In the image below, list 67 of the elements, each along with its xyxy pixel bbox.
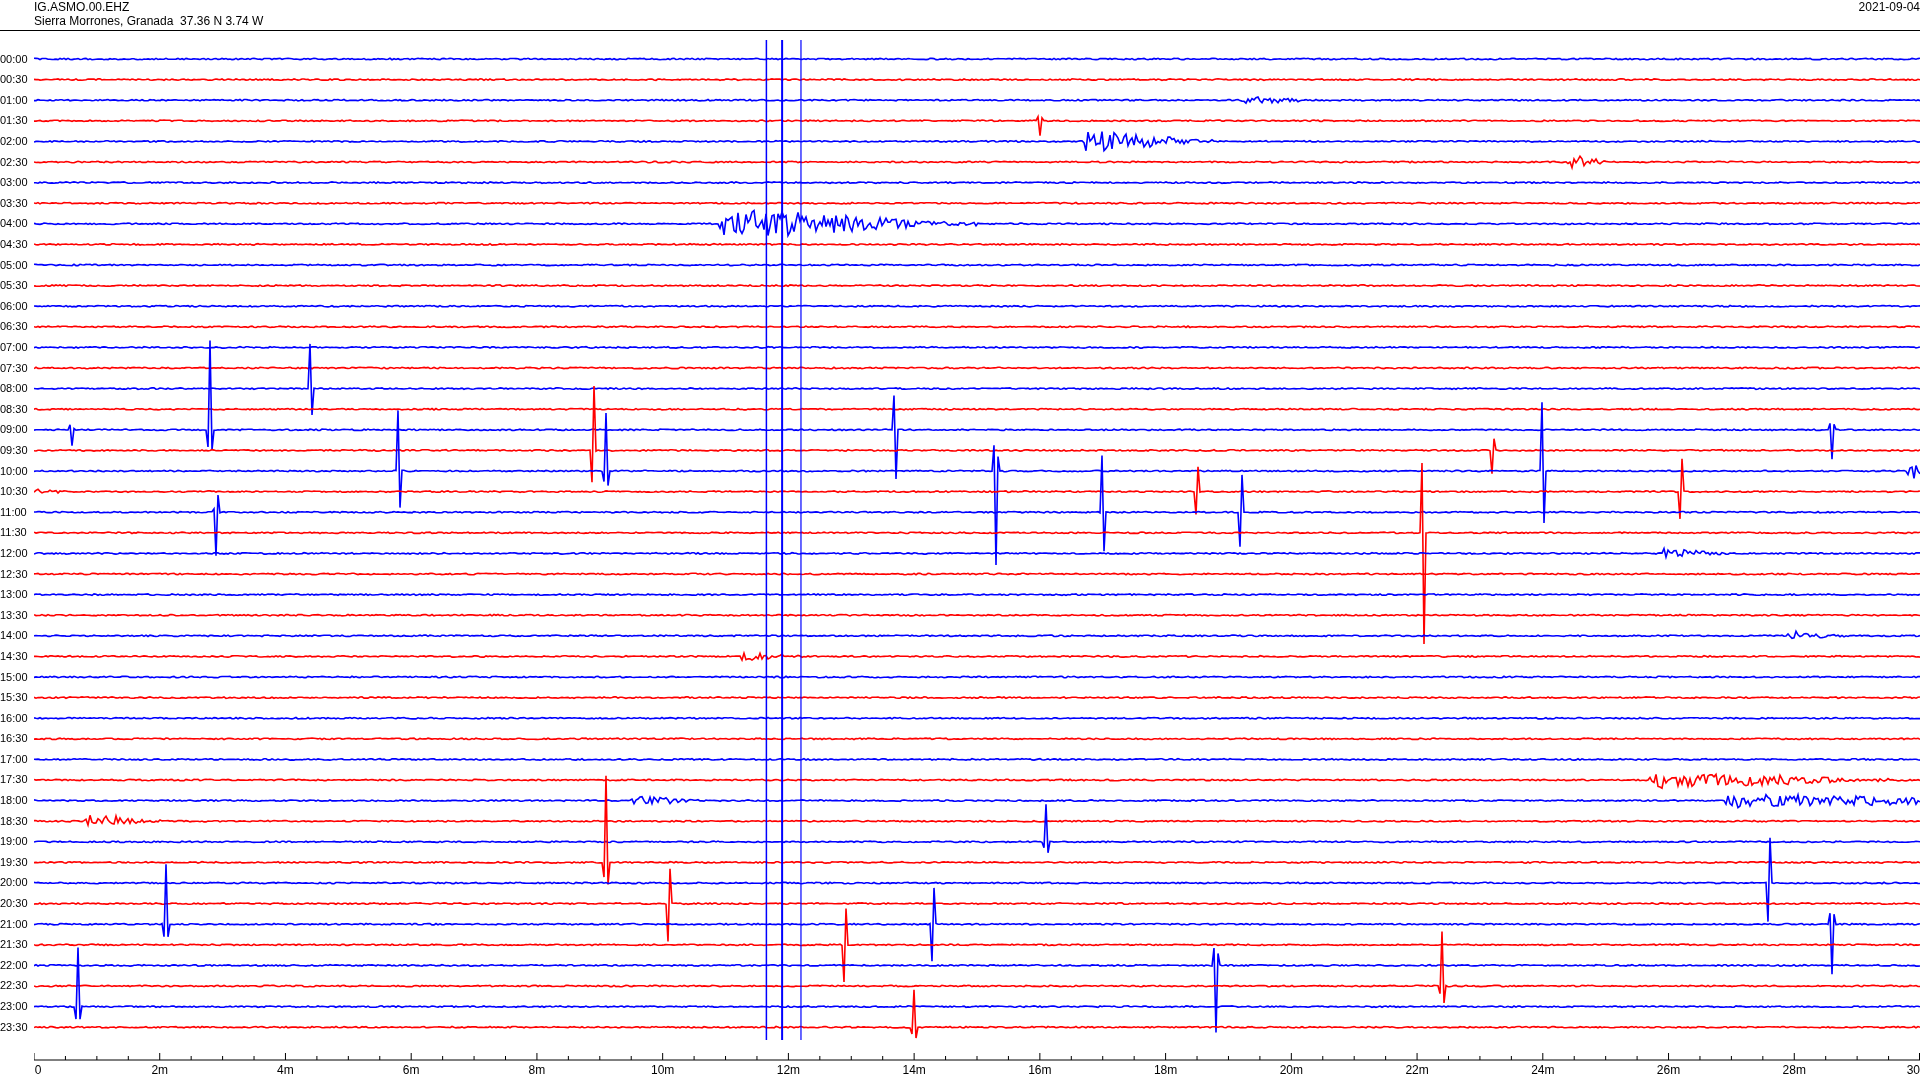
time-label: 16:30	[0, 731, 29, 747]
time-label: 00:00	[0, 51, 29, 67]
time-label: 18:00	[0, 793, 29, 809]
time-label: 04:00	[0, 216, 29, 232]
time-label: 08:00	[0, 381, 29, 397]
axis-tick-label: 0	[34, 1062, 42, 1079]
time-label: 03:30	[0, 195, 29, 211]
time-label: 23:30	[0, 1019, 29, 1035]
axis-tick-label: 26m	[1656, 1062, 1681, 1079]
time-label: 08:30	[0, 401, 29, 417]
time-label: 15:30	[0, 690, 29, 706]
time-label: 19:30	[0, 854, 29, 870]
time-label: 23:00	[0, 999, 29, 1014]
time-label: 09:00	[0, 422, 29, 438]
time-label: 22:00	[0, 957, 29, 973]
axis-tick-label: 30	[1906, 1062, 1920, 1079]
axis-tick-label: 22m	[1405, 1062, 1429, 1079]
axis-tick-label: 6m	[402, 1062, 420, 1079]
time-label: 14:30	[0, 648, 29, 664]
axis-tick-label: 14m	[902, 1062, 926, 1079]
time-label: 01:00	[0, 92, 29, 108]
axis-tick-label: 16m	[1028, 1062, 1052, 1079]
axis-tick-label: 24m	[1531, 1062, 1555, 1079]
axis-tick-label: 4m	[277, 1062, 294, 1079]
time-label: 16:00	[0, 710, 29, 726]
time-label: 10:30	[0, 484, 29, 500]
axis-tick-label: 20m	[1279, 1062, 1303, 1079]
time-label: 20:00	[0, 875, 29, 891]
axis-tick-label: 12m	[776, 1062, 801, 1079]
time-label: 07:30	[0, 360, 29, 376]
time-label: 20:30	[0, 896, 29, 912]
time-label: 12:00	[0, 545, 29, 561]
time-label: 18:30	[0, 813, 29, 829]
time-label: 17:00	[0, 751, 29, 767]
plot-date: 2021-09-04	[1858, 0, 1920, 14]
time-label: 02:30	[0, 154, 29, 170]
time-label: 02:00	[0, 134, 29, 150]
time-label: 13:00	[0, 587, 29, 603]
time-label: 06:00	[0, 298, 29, 314]
station-code: IG.ASMO.00.EHZ	[34, 0, 131, 14]
time-label: 06:30	[0, 319, 29, 335]
time-label: 22:30	[0, 978, 29, 994]
time-label: 13:30	[0, 607, 29, 623]
time-label: 07:00	[0, 340, 29, 355]
time-label: 15:00	[0, 669, 29, 685]
time-label: 01:30	[0, 113, 29, 129]
time-label: 12:30	[0, 566, 29, 582]
axis-tick-label: 10m	[651, 1062, 675, 1079]
time-label: 05:30	[0, 278, 29, 294]
time-label: 21:30	[0, 937, 29, 953]
axis-tick-label: 2m	[151, 1062, 169, 1079]
time-label: 05:00	[0, 257, 29, 273]
time-label: 00:30	[0, 72, 29, 88]
time-label: 11:30	[0, 525, 28, 541]
time-label: 19:00	[0, 834, 29, 850]
time-label: 11:00	[0, 504, 28, 520]
time-label: 21:00	[0, 916, 29, 932]
station-location: Sierra Morrones, Granada 37.36 N 3.74 W	[34, 14, 264, 28]
axis-tick-label: 8m	[528, 1062, 546, 1079]
axis-tick-label: 28m	[1782, 1062, 1806, 1079]
time-label: 09:30	[0, 442, 29, 458]
time-label: 14:00	[0, 628, 29, 644]
time-label: 10:00	[0, 463, 29, 479]
time-label: 03:00	[0, 175, 29, 191]
time-label: 04:30	[0, 237, 29, 253]
axis-tick-label: 18m	[1153, 1062, 1178, 1079]
time-label: 17:30	[0, 772, 29, 788]
